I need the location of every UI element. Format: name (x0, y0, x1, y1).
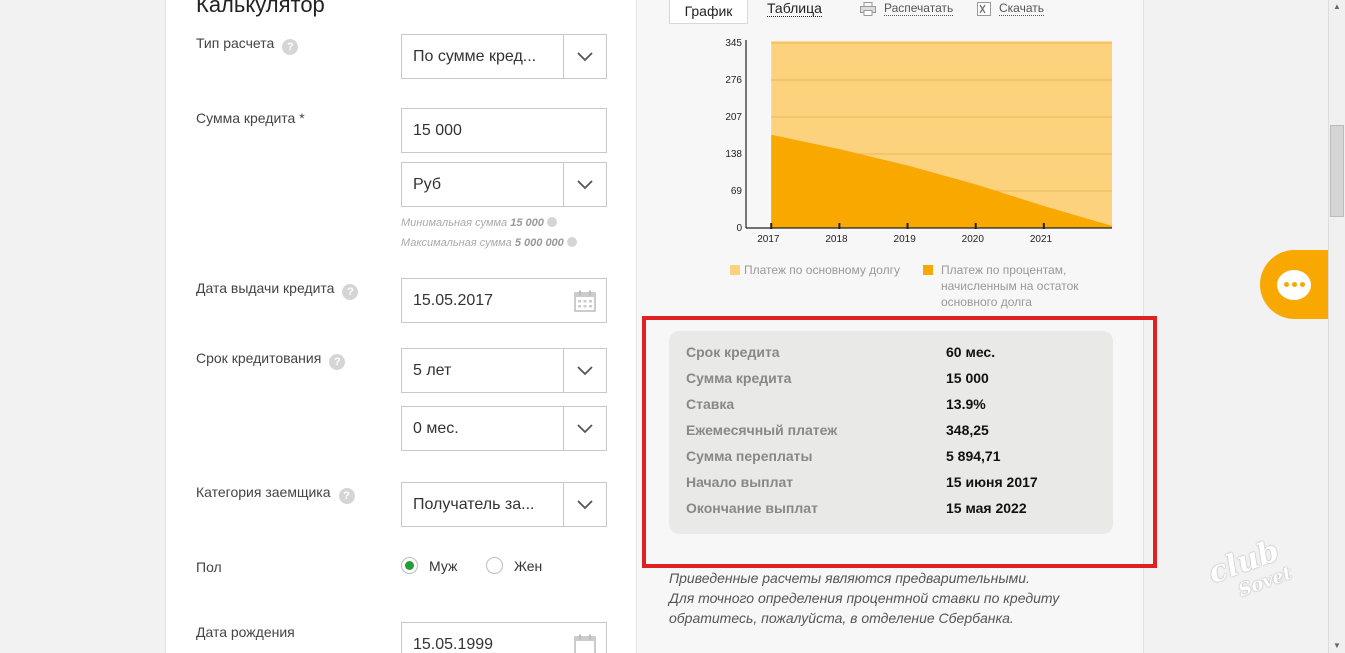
legend-principal: Платеж по основному долгу (730, 262, 900, 278)
tab-chart[interactable]: График (669, 0, 748, 24)
calc-type-value: По сумме кред... (413, 47, 537, 65)
printer-icon (860, 2, 876, 16)
max-amount-value: 5 000 000 (514, 237, 564, 249)
disclaimer: Приведенные расчеты являются предварител… (669, 568, 1109, 628)
scroll-up-icon[interactable]: ▲ (1329, 0, 1345, 14)
currency-select[interactable]: Руб (401, 162, 607, 207)
legend-label: Платеж по основному долгу (744, 263, 900, 277)
y-tick-label: 69 (731, 186, 743, 197)
category-label: Категория заемщика (196, 484, 331, 500)
legend-interest: Платеж по процентам, начисленным на оста… (923, 262, 1093, 310)
loan-amount-label: Сумма кредита * (196, 110, 305, 126)
birth-date-input[interactable]: 15.05.1999 (401, 622, 607, 653)
disclaimer-line: Приведенные расчеты являются предварител… (669, 570, 1030, 586)
disclaimer-line: обратитесь, пожалуйста, в отделение Сбер… (669, 610, 1014, 626)
chat-bubble-icon (1277, 269, 1311, 300)
category-value: Получатель за... (413, 495, 535, 513)
scroll-down-icon[interactable]: ▼ (1329, 639, 1345, 653)
print-label: Распечатать (884, 1, 954, 16)
scrollbar-thumb[interactable] (1330, 125, 1344, 217)
highlight-frame (642, 316, 1157, 568)
y-tick-label: 138 (725, 149, 742, 160)
watermark-logo: club Sovet (1204, 533, 1295, 611)
term-label-row: Срок кредитования? (196, 350, 346, 370)
min-amount-hint: Минимальная сумма 15 000 (401, 217, 557, 229)
help-icon[interactable]: ? (282, 39, 299, 55)
print-link[interactable]: Распечатать (860, 1, 954, 16)
help-icon[interactable]: ? (329, 354, 346, 370)
y-tick-label: 207 (725, 112, 742, 123)
term-years-value: 5 лет (413, 361, 452, 379)
gender-label: Пол (196, 559, 222, 575)
term-label: Срок кредитования (196, 350, 322, 366)
gender-radio-male[interactable]: Муж (401, 557, 457, 574)
max-amount-label: Максимальная сумма (401, 237, 512, 249)
help-icon[interactable]: ? (342, 284, 359, 300)
birth-date-label: Дата рождения (196, 624, 295, 640)
chevron-down-icon[interactable] (563, 349, 606, 392)
payment-chart: 0 69 138 207 276 345 2017 2018 2019 2020 2021 (725, 38, 1112, 245)
calc-type-select[interactable]: По сумме кред... (401, 34, 607, 79)
info-icon[interactable] (566, 237, 577, 247)
excel-file-icon (977, 2, 991, 16)
radio-unselected-icon[interactable] (486, 557, 503, 574)
min-amount-value: 15 000 (510, 217, 544, 229)
download-label: Скачать (999, 1, 1044, 16)
disclaimer-line: Для точного определения процентной ставк… (669, 590, 1060, 606)
legend-swatch (923, 265, 933, 275)
y-tick-label: 345 (725, 38, 742, 49)
issue-date-label: Дата выдачи кредита (196, 280, 335, 296)
y-tick-label: 0 (736, 223, 742, 234)
x-tick-label: 2021 (1030, 234, 1053, 245)
issue-date-input[interactable]: 15.05.2017 (401, 278, 607, 323)
category-label-row: Категория заемщика? (196, 484, 355, 504)
birth-date-value: 15.05.1999 (413, 635, 494, 653)
scrollbar[interactable]: ▲ ▼ (1328, 0, 1345, 653)
x-tick-label: 2020 (962, 234, 985, 245)
calculator-form-panel (165, 0, 637, 653)
chevron-down-icon[interactable] (563, 163, 606, 206)
chevron-down-icon[interactable] (563, 483, 606, 526)
loan-amount-input[interactable]: 15 000 (401, 108, 607, 153)
download-link[interactable]: Скачать (977, 2, 1044, 16)
legend-label: Платеж по процентам, начисленным на оста… (941, 263, 1079, 309)
calc-type-label-row: Тип расчета? (196, 35, 299, 55)
chevron-down-icon[interactable] (563, 35, 606, 78)
chat-button[interactable] (1260, 250, 1328, 319)
min-amount-label: Минимальная сумма (401, 217, 508, 229)
calendar-icon[interactable] (563, 279, 606, 322)
tab-table[interactable]: Таблица (767, 1, 822, 17)
gender-radio-female[interactable]: Жен (486, 557, 542, 574)
radio-selected-icon[interactable] (401, 557, 418, 574)
help-icon[interactable]: ? (338, 488, 355, 504)
gender-male-label: Муж (429, 557, 458, 574)
borrower-category-select[interactable]: Получатель за... (401, 482, 607, 527)
chevron-down-icon[interactable] (563, 407, 606, 450)
y-tick-label: 276 (725, 75, 742, 86)
x-tick-label: 2019 (894, 234, 917, 245)
max-amount-hint: Максимальная сумма 5 000 000 (401, 237, 577, 249)
term-years-select[interactable]: 5 лет (401, 348, 607, 393)
page-title: Калькулятор (196, 0, 325, 17)
x-tick-label: 2017 (757, 234, 780, 245)
x-tick-label: 2018 (825, 234, 848, 245)
currency-value: Руб (413, 175, 442, 193)
info-icon[interactable] (546, 217, 557, 227)
page: Калькулятор Тип расчета? По сумме кред..… (0, 0, 1345, 653)
issue-date-label-row: Дата выдачи кредита? (196, 280, 359, 300)
term-months-value: 0 мес. (413, 419, 459, 437)
issue-date-value: 15.05.2017 (413, 291, 494, 309)
term-months-select[interactable]: 0 мес. (401, 406, 607, 451)
gender-female-label: Жен (514, 557, 543, 574)
calendar-icon[interactable] (563, 623, 606, 653)
legend-swatch (730, 265, 740, 275)
calc-type-label: Тип расчета (196, 35, 275, 51)
loan-amount-value: 15 000 (413, 121, 462, 139)
